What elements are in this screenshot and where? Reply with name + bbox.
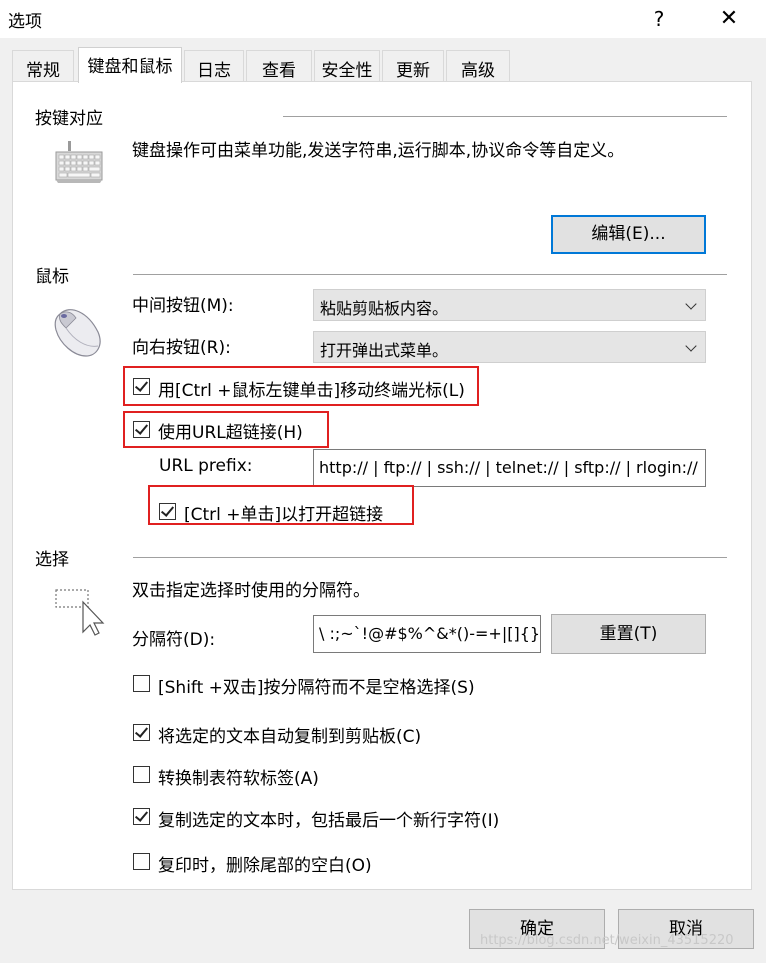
middle-button-label: 中间按钮(M): [132, 296, 234, 316]
middle-button-value: 粘贴剪贴板内容。 [320, 299, 449, 318]
ctrl-click-link-label: [Ctrl +单击]以打开超链接 [184, 505, 384, 525]
keymap-section-title: 按键对应 [35, 109, 103, 129]
selection-cursor-icon [55, 588, 105, 641]
close-button[interactable]: ✕ [706, 0, 752, 38]
tab-view[interactable]: 查看 [246, 50, 312, 81]
window-title: 选项 [8, 12, 42, 32]
tab-update[interactable]: 更新 [382, 50, 444, 81]
middle-button-select[interactable]: 粘贴剪贴板内容。 [313, 289, 706, 321]
ctrl-click-link-checkbox[interactable] [159, 503, 176, 520]
auto-copy-checkbox[interactable] [133, 724, 150, 741]
keymap-divider [283, 116, 727, 117]
tab-advanced[interactable]: 高级 [446, 50, 510, 81]
selection-divider [133, 557, 727, 558]
title-bar: 选项 ? ✕ [0, 0, 766, 38]
reset-delimiter-button[interactable]: 重置(T) [551, 614, 706, 654]
selection-section-title: 选择 [35, 550, 69, 570]
trim-trailing-checkbox[interactable] [133, 853, 150, 870]
use-url-checkbox[interactable] [133, 421, 150, 438]
mouse-divider [133, 274, 727, 275]
tab-keyboard-mouse[interactable]: 键盘和鼠标 [78, 47, 182, 83]
convert-tabs-label: 转换制表符软标签(A) [158, 769, 319, 789]
include-newline-label: 复制选定的文本时，包括最后一个新行字符(I) [158, 811, 500, 831]
chevron-down-icon [685, 340, 697, 352]
chevron-down-icon [685, 298, 697, 310]
trim-trailing-label: 复印时，删除尾部的空白(O) [158, 856, 372, 876]
url-prefix-label: URL prefix: [159, 456, 253, 476]
delimiter-label: 分隔符(D): [132, 630, 216, 650]
shift-dblclick-checkbox[interactable] [133, 675, 150, 692]
shift-dblclick-label: [Shift +双击]按分隔符而不是空格选择(S) [158, 678, 475, 698]
tab-log[interactable]: 日志 [184, 50, 244, 81]
auto-copy-label: 将选定的文本自动复制到剪贴板(C) [158, 727, 422, 747]
right-button-select[interactable]: 打开弹出式菜单。 [313, 331, 706, 363]
keymap-description: 键盘操作可由菜单功能,发送字符串,运行脚本,协议命令等自定义。 [132, 141, 625, 161]
convert-tabs-checkbox[interactable] [133, 766, 150, 783]
right-button-label: 向右按钮(R): [132, 338, 231, 358]
ctrl-move-cursor-checkbox[interactable] [133, 378, 150, 395]
mouse-icon [52, 306, 106, 363]
help-button[interactable]: ? [636, 0, 682, 38]
selection-description: 双击指定选择时使用的分隔符。 [132, 581, 370, 601]
url-prefix-input[interactable]: http:// | ftp:// | ssh:// | telnet:// | … [313, 449, 706, 487]
tab-security[interactable]: 安全性 [314, 50, 380, 81]
include-newline-checkbox[interactable] [133, 808, 150, 825]
ctrl-move-cursor-label: 用[Ctrl +鼠标左键单击]移动终端光标(L) [158, 381, 465, 401]
keyboard-icon [54, 140, 104, 189]
edit-keymap-button[interactable]: 编辑(E)... [551, 215, 706, 254]
use-url-label: 使用URL超链接(H) [158, 423, 303, 443]
right-button-value: 打开弹出式菜单。 [320, 341, 449, 360]
watermark-text: https://blog.csdn.net/weixin_43515220 [480, 933, 734, 948]
tab-general[interactable]: 常规 [12, 50, 74, 81]
mouse-section-title: 鼠标 [35, 267, 69, 287]
delimiter-input[interactable]: \ :;~`!@#$%^&*()-=+|[]{}"' [313, 615, 541, 653]
